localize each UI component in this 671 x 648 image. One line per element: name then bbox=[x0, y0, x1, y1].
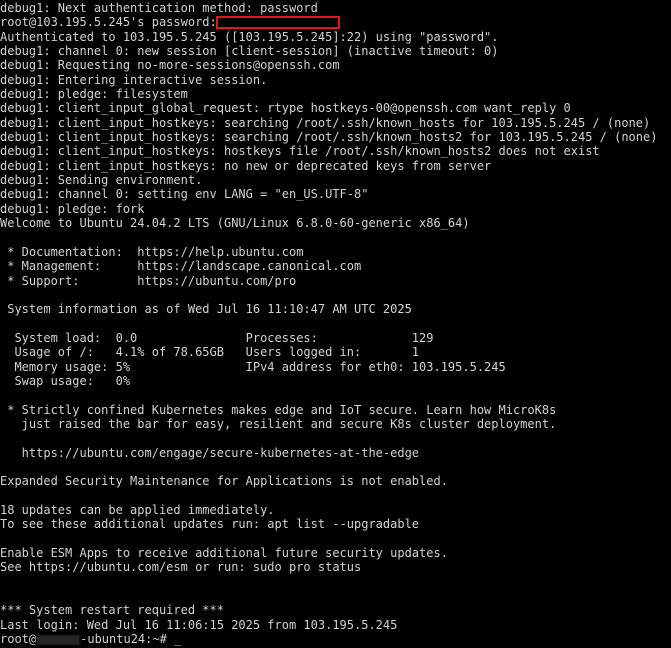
terminal-line: debug1: channel 0: setting env LANG = "e… bbox=[0, 187, 369, 202]
terminal-line: debug1: Entering interactive session. bbox=[0, 72, 268, 87]
terminal-line: debug1: Sending environment. bbox=[0, 173, 203, 188]
terminal-line: To see these additional updates run: apt… bbox=[0, 517, 420, 532]
terminal-line: https://ubuntu.com/engage/secure-kuberne… bbox=[0, 445, 420, 460]
terminal-line: * Management: https://landscape.canonica… bbox=[0, 259, 362, 274]
prompt-prefix: root@ bbox=[0, 632, 37, 647]
hostname-redaction bbox=[36, 634, 81, 645]
terminal-line: Usage of /: 4.1% of 78.65GB Users logged… bbox=[0, 345, 420, 360]
text-cursor: _ bbox=[174, 632, 182, 647]
terminal-prompt-line[interactable]: root@ -ubuntu24:~# _ bbox=[0, 632, 671, 646]
terminal-line: debug1: Next authentication method: pass… bbox=[0, 1, 318, 15]
terminal-line: Enable ESM Apps to receive additional fu… bbox=[0, 546, 448, 561]
terminal-line: 18 updates can be applied immediately. bbox=[0, 503, 275, 518]
terminal-line: Expanded Security Maintenance for Applic… bbox=[0, 474, 448, 489]
terminal-line: debug1: client_input_hostkeys: searching… bbox=[0, 130, 658, 145]
terminal-window[interactable]: debug1: Next authentication method: pass… bbox=[0, 0, 671, 648]
terminal-output: debug1: Next authentication method: pass… bbox=[0, 1, 671, 632]
terminal-line: debug1: channel 0: new session [client-s… bbox=[0, 44, 499, 59]
prompt-suffix: -ubuntu24:~# bbox=[80, 632, 175, 647]
terminal-line: debug1: client_input_hostkeys: no new or… bbox=[0, 158, 492, 173]
terminal-line: * Strictly confined Kubernetes makes edg… bbox=[0, 402, 557, 417]
terminal-line: Welcome to Ubuntu 24.04.2 LTS (GNU/Linux… bbox=[0, 216, 470, 231]
terminal-line: debug1: pledge: filesystem bbox=[0, 87, 188, 102]
terminal-line: *** System restart required *** bbox=[0, 603, 224, 618]
terminal-line: Swap usage: 0% bbox=[0, 373, 131, 388]
terminal-line: See https://ubuntu.com/esm or run: sudo … bbox=[0, 560, 362, 575]
terminal-line: debug1: client_input_global_request: rty… bbox=[0, 101, 571, 116]
terminal-line: System load: 0.0 Processes: 129 bbox=[0, 330, 434, 345]
terminal-line: debug1: pledge: fork bbox=[0, 201, 145, 216]
terminal-line: debug1: client_input_hostkeys: hostkeys … bbox=[0, 144, 600, 159]
terminal-line: System information as of Wed Jul 16 11:1… bbox=[0, 302, 412, 317]
terminal-line: Last login: Wed Jul 16 11:06:15 2025 fro… bbox=[0, 617, 398, 632]
terminal-line: debug1: client_input_hostkeys: searching… bbox=[0, 115, 651, 130]
terminal-line: * Documentation: https://help.ubuntu.com bbox=[0, 244, 304, 259]
terminal-line: Memory usage: 5% IPv4 address for eth0: … bbox=[0, 359, 506, 374]
terminal-line: Authenticated to 103.195.5.245 ([103.195… bbox=[0, 29, 499, 44]
terminal-line: * Support: https://ubuntu.com/pro bbox=[0, 273, 297, 288]
password-redaction-box bbox=[216, 16, 340, 29]
terminal-line: debug1: Requesting no-more-sessions@open… bbox=[0, 58, 340, 73]
terminal-line: just raised the bar for easy, resilient … bbox=[0, 416, 557, 431]
